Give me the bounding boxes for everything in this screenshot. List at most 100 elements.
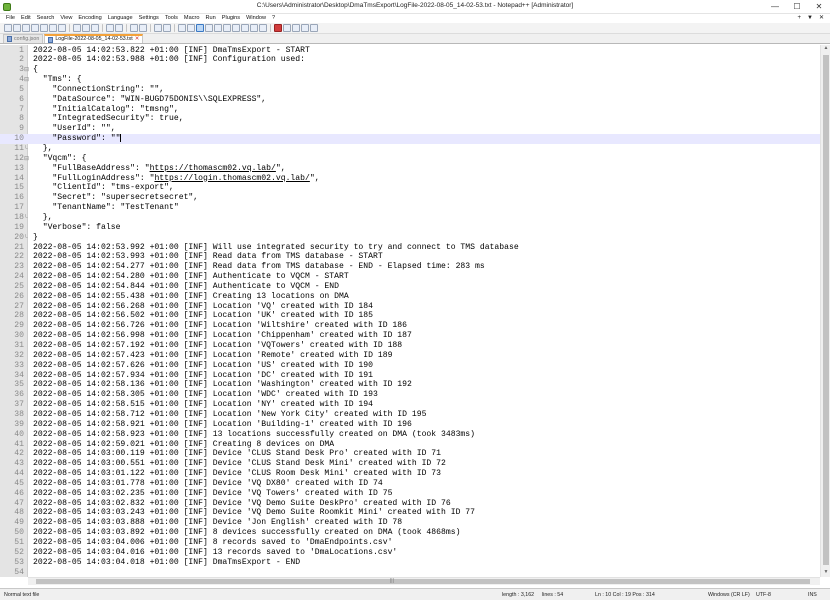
doc-map-icon[interactable]: [232, 24, 240, 32]
show-all-chars-icon[interactable]: [205, 24, 213, 32]
redo-icon[interactable]: [115, 24, 123, 32]
editor-line[interactable]: 46 2022-08-05 14:03:02.235 +01:00 [INF] D…: [0, 489, 820, 499]
editor-line[interactable]: 38 2022-08-05 14:02:58.712 +01:00 [INF] L…: [0, 410, 820, 420]
save-icon[interactable]: [22, 24, 30, 32]
close-all-icon[interactable]: [49, 24, 57, 32]
new-tab-icon[interactable]: +: [798, 14, 802, 23]
editor-line[interactable]: 34 2022-08-05 14:02:57.934 +01:00 [INF] L…: [0, 371, 820, 381]
editor-line[interactable]: 49 2022-08-05 14:03:03.888 +01:00 [INF] D…: [0, 518, 820, 528]
replace-icon[interactable]: [139, 24, 147, 32]
editor-line[interactable]: 41 2022-08-05 14:02:59.021 +01:00 [INF] C…: [0, 440, 820, 450]
editor-line[interactable]: 52 2022-08-05 14:03:04.016 +01:00 [INF] 1…: [0, 548, 820, 558]
minimize-button[interactable]: —: [764, 0, 786, 14]
horizontal-scrollbar[interactable]: |||: [28, 577, 820, 585]
horizontal-scroll-thumb[interactable]: [36, 579, 810, 584]
editor-line[interactable]: 19 "Verbose": false: [0, 223, 820, 233]
editor-line[interactable]: 24 2022-08-05 14:02:54.280 +01:00 [INF] A…: [0, 272, 820, 282]
editor-line[interactable]: 5 "ConnectionString": "",: [0, 85, 820, 95]
folder-workspace-icon[interactable]: [250, 24, 258, 32]
close-button[interactable]: ✕: [808, 0, 830, 14]
menu-macro[interactable]: Macro: [181, 14, 203, 23]
menu-run[interactable]: Run: [202, 14, 218, 23]
print-icon[interactable]: [58, 24, 66, 32]
save-macro-icon[interactable]: [310, 24, 318, 32]
editor-line[interactable]: 36 2022-08-05 14:02:58.305 +01:00 [INF] L…: [0, 390, 820, 400]
editor-line[interactable]: 27 2022-08-05 14:02:56.268 +01:00 [INF] L…: [0, 302, 820, 312]
url-link[interactable]: https://thomascm02.vq.lab/: [150, 164, 276, 173]
vertical-scrollbar[interactable]: ▲ ▼: [820, 45, 830, 577]
menu-help[interactable]: ?: [269, 14, 278, 23]
editor-line[interactable]: 17 "TenantName": "TestTenant": [0, 203, 820, 213]
url-link[interactable]: https://login.thomascm02.vq.lab/: [154, 174, 309, 183]
editor-line[interactable]: 54: [0, 568, 820, 577]
editor-line[interactable]: 43 2022-08-05 14:03:00.551 +01:00 [INF] D…: [0, 459, 820, 469]
editor-line[interactable]: 32 2022-08-05 14:02:57.423 +01:00 [INF] L…: [0, 351, 820, 361]
editor-line[interactable]: 22 2022-08-05 14:02:53.993 +01:00 [INF] R…: [0, 252, 820, 262]
menu-view[interactable]: View: [57, 14, 75, 23]
save-all-icon[interactable]: [31, 24, 39, 32]
editor-line[interactable]: 15 "ClientId": "tms-export",: [0, 183, 820, 193]
editor-line[interactable]: 25 2022-08-05 14:02:54.844 +01:00 [INF] A…: [0, 282, 820, 292]
menu-edit[interactable]: Edit: [18, 14, 34, 23]
editor-line[interactable]: 13 "FullBaseAddress": "https://thomascm0…: [0, 164, 820, 174]
editor-line[interactable]: 37 2022-08-05 14:02:58.515 +01:00 [INF] L…: [0, 400, 820, 410]
editor-line[interactable]: 4 ⊟ "Tms": {: [0, 75, 820, 85]
text-editor[interactable]: 1 2022-08-05 14:02:53.822 +01:00 [INF] Dm…: [0, 45, 820, 577]
copy-icon[interactable]: [82, 24, 90, 32]
scroll-up-icon[interactable]: ▲: [821, 45, 830, 53]
stop-macro-icon[interactable]: [283, 24, 291, 32]
run-macro-multiple-icon[interactable]: [301, 24, 309, 32]
editor-line[interactable]: 18 └ },: [0, 213, 820, 223]
close-icon[interactable]: ✕: [135, 35, 140, 44]
menu-plugins[interactable]: Plugins: [219, 14, 243, 23]
fold-marker-icon[interactable]: ⊟: [24, 75, 29, 85]
cut-icon[interactable]: [73, 24, 81, 32]
word-wrap-icon[interactable]: [196, 24, 204, 32]
new-file-icon[interactable]: [4, 24, 12, 32]
editor-line[interactable]: 20 └}: [0, 233, 820, 243]
user-language-icon[interactable]: [223, 24, 231, 32]
menu-tools[interactable]: Tools: [162, 14, 181, 23]
editor-line[interactable]: 26 2022-08-05 14:02:55.438 +01:00 [INF] C…: [0, 292, 820, 302]
play-macro-icon[interactable]: [292, 24, 300, 32]
editor-line[interactable]: 6 "DataSource": "WIN-BUGD75DONIS\\SQLEXP…: [0, 95, 820, 105]
close-tab-icon[interactable]: ✕: [819, 14, 824, 23]
editor-line[interactable]: 45 2022-08-05 14:03:01.778 +01:00 [INF] D…: [0, 479, 820, 489]
editor-line[interactable]: 39 2022-08-05 14:02:58.921 +01:00 [INF] L…: [0, 420, 820, 430]
paste-icon[interactable]: [91, 24, 99, 32]
find-icon[interactable]: [130, 24, 138, 32]
sync-horizontal-icon[interactable]: [187, 24, 195, 32]
menu-encoding[interactable]: Encoding: [75, 14, 104, 23]
menu-settings[interactable]: Settings: [136, 14, 162, 23]
editor-line[interactable]: 21 2022-08-05 14:02:53.992 +01:00 [INF] W…: [0, 243, 820, 253]
editor-line[interactable]: 10 "Password": "": [0, 134, 820, 144]
scroll-down-icon[interactable]: ▼: [821, 569, 830, 577]
vertical-scroll-thumb[interactable]: [823, 55, 829, 565]
editor-line[interactable]: 30 2022-08-05 14:02:56.998 +01:00 [INF] L…: [0, 331, 820, 341]
menu-language[interactable]: Language: [105, 14, 136, 23]
fold-marker-icon[interactable]: ⊟: [24, 65, 29, 75]
indent-guide-icon[interactable]: [214, 24, 222, 32]
editor-line[interactable]: 14 "FullLoginAddress": "https://login.th…: [0, 174, 820, 184]
editor-line[interactable]: 53 2022-08-05 14:03:04.018 +01:00 [INF] D…: [0, 558, 820, 568]
editor-line[interactable]: 50 2022-08-05 14:03:03.892 +01:00 [INF] 8…: [0, 528, 820, 538]
maximize-button[interactable]: ☐: [786, 0, 808, 14]
tab-list-icon[interactable]: ▼: [807, 14, 813, 23]
editor-line[interactable]: 12 ⊟ "Vqcm": {: [0, 154, 820, 164]
editor-line[interactable]: 47 2022-08-05 14:03:02.832 +01:00 [INF] D…: [0, 499, 820, 509]
tab-logfile[interactable]: LogFile-2022-08-05_14-02-53.txt ✕: [44, 34, 144, 44]
open-file-icon[interactable]: [13, 24, 21, 32]
menu-search[interactable]: Search: [34, 14, 58, 23]
editor-line[interactable]: 2 2022-08-05 14:02:53.988 +01:00 [INF] Co…: [0, 55, 820, 65]
editor-line[interactable]: 3 ⊟ {: [0, 65, 820, 75]
editor-line[interactable]: 16 "Secret": "supersecretsecret",: [0, 193, 820, 203]
zoom-in-icon[interactable]: [154, 24, 162, 32]
editor-line[interactable]: 28 2022-08-05 14:02:56.502 +01:00 [INF] L…: [0, 311, 820, 321]
editor-line[interactable]: 40 2022-08-05 14:02:58.923 +01:00 [INF] 1…: [0, 430, 820, 440]
monitoring-icon[interactable]: [259, 24, 267, 32]
function-list-icon[interactable]: [241, 24, 249, 32]
editor-line[interactable]: 48 2022-08-05 14:03:03.243 +01:00 [INF] D…: [0, 508, 820, 518]
fold-marker-icon[interactable]: ⊟: [24, 154, 29, 164]
editor-line[interactable]: 8 "IntegratedSecurity": true,: [0, 114, 820, 124]
editor-line[interactable]: 1 2022-08-05 14:02:53.822 +01:00 [INF] Dm…: [0, 46, 820, 56]
